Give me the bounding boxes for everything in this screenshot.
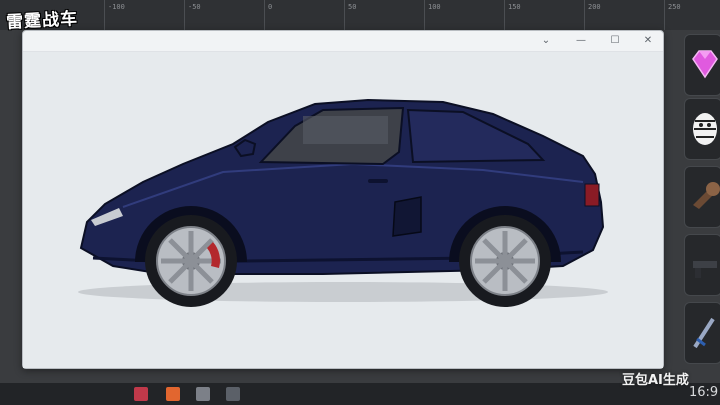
ruler-label: 150 (508, 3, 521, 11)
app-logo: 雷霆战车 (5, 9, 79, 33)
gun-icon (693, 261, 717, 278)
ai-watermark: 豆包AI生成 (622, 373, 689, 388)
taskbar-app-icon-2[interactable] (166, 387, 180, 401)
ruler-label: 100 (428, 3, 441, 11)
sword-icon (693, 317, 715, 349)
asset-slot-tool[interactable] (684, 166, 720, 228)
asset-side-panel (680, 26, 720, 372)
rear-wheel (459, 215, 551, 307)
image-canvas (23, 52, 663, 368)
asset-slot-gem[interactable] (684, 34, 720, 96)
side-vent (392, 196, 422, 237)
ruler-label: 0 (268, 3, 273, 11)
asset-slot-sword[interactable] (684, 302, 720, 364)
taskbar-app-icon-1[interactable] (134, 387, 148, 401)
collapse-button[interactable]: ⌄ (536, 33, 556, 49)
sports-car-illustration (78, 98, 608, 307)
minimize-button[interactable]: — (571, 33, 591, 49)
ruler-label: -100 (108, 3, 125, 11)
zebra-mascot-icon (693, 113, 717, 145)
maximize-button[interactable]: ☐ (605, 33, 625, 49)
asset-slot-mascot[interactable] (684, 98, 720, 160)
image-viewer-window: ⌄ — ☐ ✕ (22, 30, 664, 369)
window-glare (303, 116, 388, 144)
aspect-ratio-label: 16:9 (689, 385, 719, 400)
taskbar (0, 383, 720, 405)
taskbar-app-icon-3[interactable] (196, 387, 210, 401)
front-wheel (145, 215, 237, 307)
top-ruler: -100 -50 0 50 100 150 200 250 (0, 0, 720, 30)
taskbar-app-icon-4[interactable] (226, 387, 240, 401)
asset-slot-weapon[interactable] (684, 234, 720, 296)
door-handle (368, 179, 388, 183)
window-titlebar[interactable]: ⌄ — ☐ ✕ (23, 31, 663, 52)
ruler-label: -50 (188, 3, 201, 11)
ruler-label: 200 (588, 3, 601, 11)
gem-icon (692, 50, 718, 79)
ruler-label: 50 (348, 3, 357, 11)
taillight (584, 183, 600, 207)
close-button[interactable]: ✕ (638, 33, 658, 49)
ruler-label: 250 (668, 3, 681, 11)
wrench-icon (693, 182, 720, 209)
